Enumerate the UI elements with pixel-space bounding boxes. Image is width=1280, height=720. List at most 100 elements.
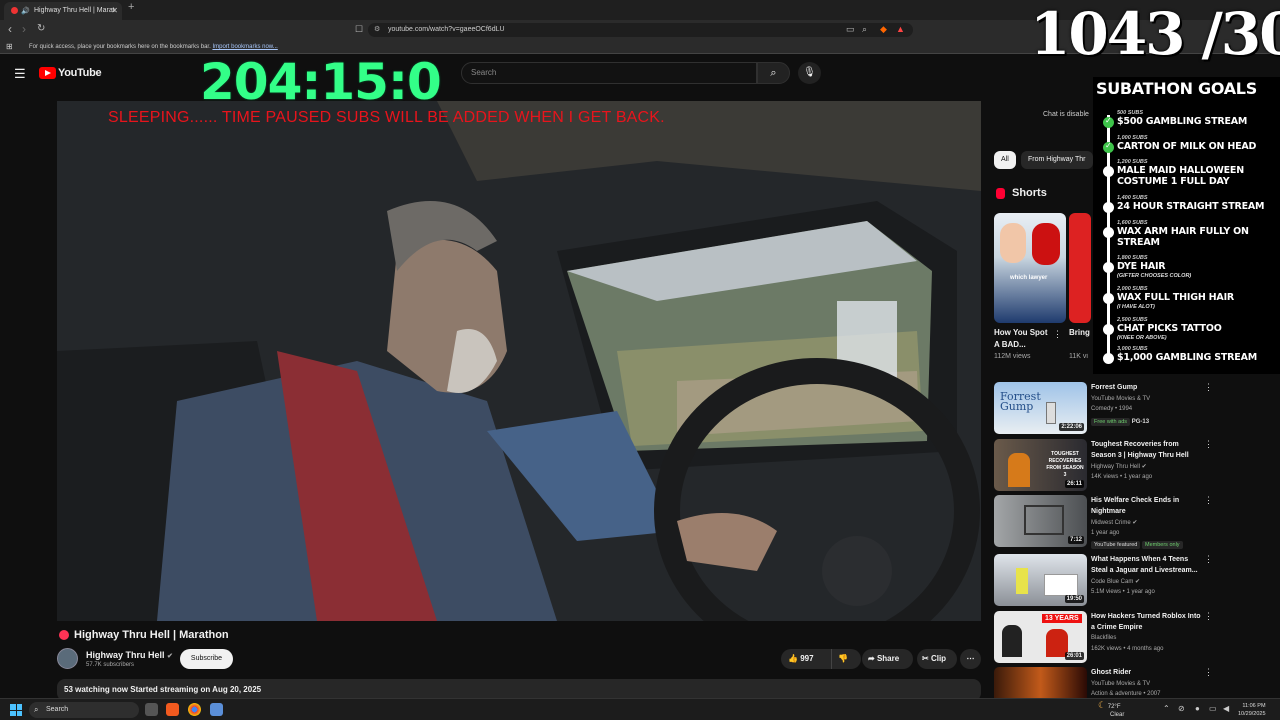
like-button[interactable]: 👍 997 xyxy=(788,649,814,669)
url-field[interactable]: ⚙ youtube.com/watch?v=gaeeOCf6dLU xyxy=(368,23,913,37)
browser-tab[interactable]: 🔊 Highway Thru Hell | Marat ✕ xyxy=(4,2,122,20)
sleeping-message: SLEEPING...... TIME PAUSED SUBS WILL BE … xyxy=(108,109,665,126)
short-thumbnail[interactable] xyxy=(1069,213,1091,323)
chrome-icon[interactable] xyxy=(188,703,201,716)
video-thumbnail[interactable] xyxy=(994,667,1087,698)
video-title[interactable]: What Happens When 4 Teens Steal a Jaguar… xyxy=(1091,554,1203,576)
short-title[interactable]: How You Spot A BAD... xyxy=(994,327,1050,351)
forward-icon[interactable]: › xyxy=(22,22,26,36)
channel-avatar[interactable] xyxy=(57,648,78,669)
short-thumbnail[interactable]: which lawyer xyxy=(994,213,1066,323)
back-icon[interactable]: ‹ xyxy=(8,22,12,36)
zoom-icon[interactable]: ⌕ xyxy=(862,24,867,35)
video-thumbnail[interactable]: TOUGHEST RECOVERIES FROM SEASON 3 26:11 xyxy=(994,439,1087,491)
channel-name[interactable]: Blackfiles xyxy=(1091,635,1116,641)
video-title[interactable]: How Hackers Turned Roblox Into a Crime E… xyxy=(1091,611,1203,633)
recommended-video[interactable]: Forrest Gump 2:22:06 Forrest Gump YouTub… xyxy=(994,382,1280,434)
goal-label: MALE MAID HALLOWEEN COSTUME 1 FULL DAY xyxy=(1117,165,1244,187)
more-icon[interactable]: ⋮ xyxy=(1204,667,1213,678)
chip-from-channel[interactable]: From Highway Thr xyxy=(1021,151,1093,169)
more-icon: ⋯ xyxy=(966,654,975,663)
thumbnail-text: TOUGHEST RECOVERIES FROM SEASON 3 xyxy=(1046,451,1084,478)
close-tab-icon[interactable]: ✕ xyxy=(111,2,118,20)
more-icon[interactable]: ⋮ xyxy=(1053,329,1062,340)
recommended-video[interactable]: TOUGHEST RECOVERIES FROM SEASON 3 26:11 … xyxy=(994,439,1280,491)
more-icon[interactable]: ⋮ xyxy=(1204,382,1213,393)
video-title[interactable]: His Welfare Check Ends in Nightmare xyxy=(1091,495,1203,517)
chip-all[interactable]: All xyxy=(994,151,1016,169)
recommended-video[interactable]: 7:12 His Welfare Check Ends in Nightmare… xyxy=(994,495,1280,549)
recommended-video[interactable]: 13 YEARS 26:01 How Hackers Turned Roblox… xyxy=(994,611,1280,663)
video-thumbnail[interactable]: Forrest Gump 2:22:06 xyxy=(994,382,1087,434)
display-icon[interactable]: ▭ xyxy=(1209,704,1217,713)
channel-name[interactable]: Highway Thru Hell ✔ xyxy=(86,650,173,660)
mic-icon[interactable]: ● xyxy=(1195,704,1200,713)
short-title[interactable]: Bring B!... xyxy=(1069,327,1091,339)
search-icon: ⌕ xyxy=(34,705,39,714)
search-button[interactable]: ⌕ xyxy=(757,62,790,84)
more-icon[interactable]: ⋮ xyxy=(1204,439,1213,450)
volume-icon[interactable]: ◀ xyxy=(1223,704,1229,713)
more-icon[interactable]: ⋮ xyxy=(1204,554,1213,565)
more-icon[interactable]: ⋮ xyxy=(1204,495,1213,506)
recommended-video[interactable]: Ghost Rider YouTube Movies & TV Action &… xyxy=(994,667,1280,698)
video-meta: 1 year ago xyxy=(1091,530,1120,536)
menu-icon[interactable]: ☰ xyxy=(14,66,26,82)
video-thumbnail[interactable]: 7:12 xyxy=(994,495,1087,547)
share-button[interactable]: ➦ Share xyxy=(862,649,913,669)
task-view-icon[interactable] xyxy=(145,703,158,716)
new-tab-icon[interactable]: + xyxy=(128,1,134,13)
subscriber-count: 57.7K subscribers xyxy=(86,662,135,668)
more-actions-button[interactable]: ⋯ xyxy=(960,649,981,669)
taskbar-search[interactable]: ⌕ Search xyxy=(29,702,139,718)
shorts-icon xyxy=(996,187,1005,199)
brave-shield-icon[interactable]: ◆ xyxy=(880,24,887,35)
audio-icon[interactable]: 🔊 xyxy=(21,3,30,20)
goal-pending-icon xyxy=(1103,262,1114,273)
dislike-button[interactable]: 👎 xyxy=(838,649,848,669)
weather-condition: Clear xyxy=(1110,712,1125,718)
reload-icon[interactable]: ↻ xyxy=(37,23,45,34)
chevron-up-icon[interactable]: ⌃ xyxy=(1163,704,1170,713)
thumbs-up-icon: 👍 xyxy=(788,654,798,663)
rewards-icon[interactable]: ▲ xyxy=(896,24,905,34)
voice-search-button[interactable]: 🎙 xyxy=(798,62,821,84)
goal-pending-icon xyxy=(1103,324,1114,335)
clip-button[interactable]: ✂ Clip xyxy=(917,649,957,669)
cast-icon[interactable]: ▭ xyxy=(846,24,855,35)
channel-name[interactable]: Midwest Crime ✔ xyxy=(1091,519,1137,526)
import-bookmarks-link[interactable]: Import bookmarks now... xyxy=(212,44,277,50)
video-thumbnail[interactable]: 13 YEARS 26:01 xyxy=(994,611,1087,663)
app-icon[interactable] xyxy=(210,703,223,716)
brave-browser-icon[interactable] xyxy=(166,703,179,716)
video-title[interactable]: Ghost Rider xyxy=(1091,667,1203,678)
video-player[interactable] xyxy=(57,101,981,621)
network-off-icon[interactable]: ⊘ xyxy=(1178,704,1185,713)
subscribe-button[interactable]: Subscribe xyxy=(180,649,233,669)
video-title[interactable]: Toughest Recoveries from Season 3 | High… xyxy=(1091,439,1203,461)
duration-badge: 2:22:06 xyxy=(1059,423,1084,431)
channel-name[interactable]: Code Blue Cam ✔ xyxy=(1091,578,1140,585)
recommended-video[interactable]: 19:50 What Happens When 4 Teens Steal a … xyxy=(994,554,1280,606)
thumbnail-text: 13 YEARS xyxy=(1042,614,1082,623)
clock[interactable]: 11:06 PM 10/29/2025 xyxy=(1238,702,1266,718)
video-title[interactable]: Forrest Gump xyxy=(1091,382,1203,393)
video-thumbnail[interactable]: 19:50 xyxy=(994,554,1087,606)
weather-widget[interactable]: ☾ 72°F Clear xyxy=(1098,701,1124,719)
channel-name[interactable]: Highway Thru Hell ✔ xyxy=(1091,463,1147,470)
windows-start-icon[interactable] xyxy=(10,704,22,716)
youtube-logo[interactable]: YouTube xyxy=(39,67,102,79)
hooded-figure xyxy=(1002,625,1022,657)
more-icon[interactable]: ⋮ xyxy=(1204,611,1213,622)
channel-name[interactable]: YouTube Movies & TV xyxy=(1091,681,1150,687)
site-info-icon[interactable]: ⚙ xyxy=(374,23,380,37)
channel-name[interactable]: YouTube Movies & TV xyxy=(1091,396,1150,402)
search-input[interactable]: Search xyxy=(461,62,757,84)
officer-figure xyxy=(1016,568,1028,594)
duration-badge: 19:50 xyxy=(1064,595,1084,603)
apps-grid-icon[interactable]: ⊞ xyxy=(6,40,13,54)
verified-icon: ✔ xyxy=(1132,520,1138,526)
short-views: 11K vi xyxy=(1069,353,1088,360)
clock-date: 10/29/2025 xyxy=(1238,711,1266,717)
bookmark-icon[interactable]: ☐ xyxy=(355,24,363,35)
